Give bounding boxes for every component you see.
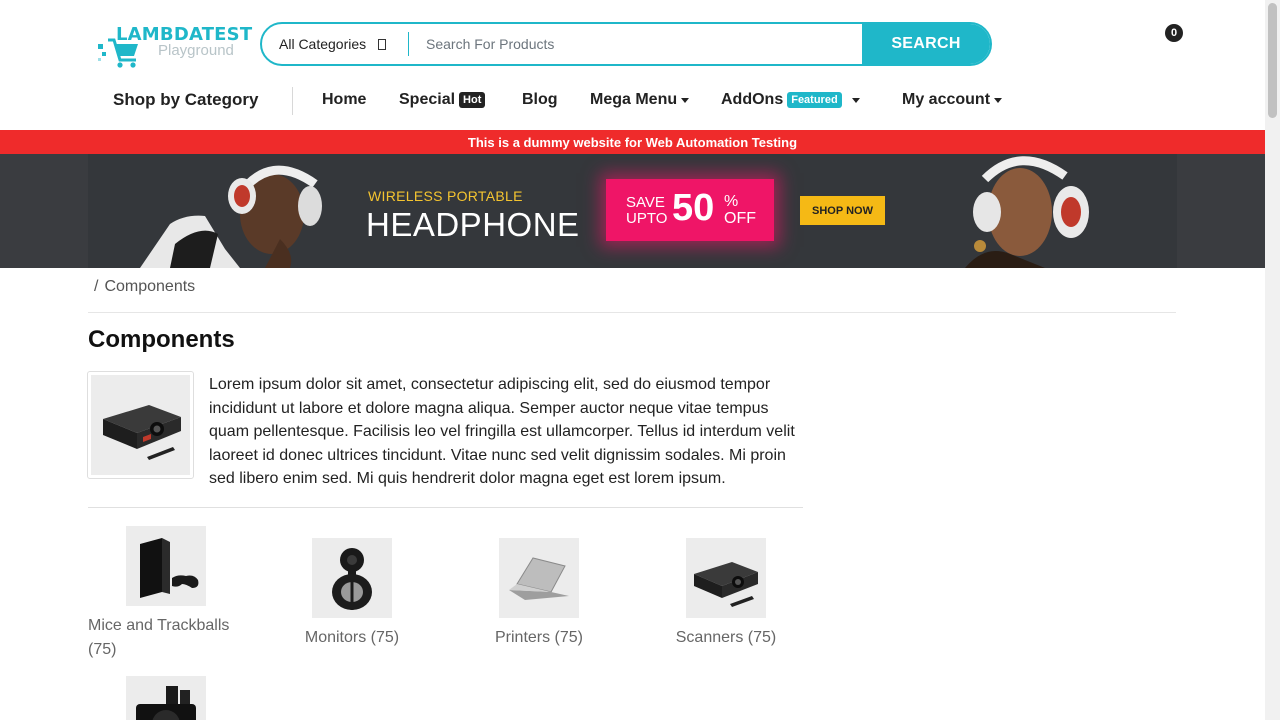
subcategory-label: Printers (75) [494,629,584,646]
camera-icon [126,676,206,720]
discount-percent: % OFF [724,193,756,227]
nav-shop-by-category[interactable]: Shop by Category [113,84,258,116]
nav-addons-label: AddOns [721,91,784,108]
shop-now-button[interactable]: SHOP NOW [800,196,885,225]
nav-home[interactable]: Home [322,84,366,116]
model-with-headphones-image-right [965,156,1089,268]
subcategory-count: (75) [88,641,117,658]
webcam-icon [312,538,392,618]
banner-kicker: WIRELESS PORTABLE [368,188,523,204]
cart-count-badge[interactable]: 0 [1165,24,1183,42]
nav-mega-menu-label: Mega Menu [590,91,678,108]
category-image [87,371,194,479]
discount-number: 50 [672,187,715,229]
breadcrumb-separator: / [94,278,99,295]
projector-icon [686,538,766,618]
site-header: LAMBDATEST Playground All Categories SEA… [0,0,1265,130]
discount-text: SAVE UPTO [626,195,667,227]
search-bar: All Categories SEARCH [260,22,992,66]
search-button[interactable]: SEARCH [862,24,990,64]
nav-addons[interactable]: AddOns Featured [721,84,860,116]
discount-save-text: SAVE [626,194,665,211]
game-console-icon [126,526,206,606]
subcategory-monitors[interactable]: Monitors (75) [292,538,412,650]
subcategory-scanners[interactable]: Scanners (75) [666,538,786,650]
discount-badge: SAVE UPTO 50 % OFF [606,179,774,241]
category-dropdown[interactable]: All Categories [262,24,408,64]
subcategory-label: Mice and Trackballs (75) [88,614,238,662]
nav-mega-menu[interactable]: Mega Menu [590,84,690,116]
banner-edge-left [0,154,88,268]
breadcrumb: / Components [88,278,195,296]
caret-down-icon [851,97,860,103]
model-with-headphones-image-left [140,165,322,268]
category-description: Lorem ipsum dolor sit amet, consectetur … [209,376,795,487]
discount-upto-text: UPTO [626,210,668,227]
subcategory-label: Monitors (75) [304,629,400,646]
nav-special[interactable]: Special Hot [399,84,486,116]
dropdown-box-icon [378,38,387,50]
description-divider [88,507,803,508]
search-input[interactable] [409,24,862,64]
featured-badge: Featured [787,92,842,108]
subcategory-label: Scanners (75) [675,629,777,646]
hot-badge: Hot [459,92,486,108]
projector-icon [91,375,190,475]
subcategory-cameras[interactable] [126,676,206,720]
breadcrumb-divider [88,312,1176,313]
page-scrollbar[interactable] [1265,0,1280,720]
category-dropdown-label: All Categories [279,36,367,52]
caret-down-icon [681,97,690,103]
laptop-icon [499,538,579,618]
main-nav: Shop by Category Home Special Hot Blog M… [0,84,1265,118]
site-logo[interactable]: LAMBDATEST Playground [98,24,252,70]
nav-my-account-label: My account [902,91,991,108]
nav-my-account[interactable]: My account [902,84,1003,116]
logo-subtitle: Playground [158,42,234,59]
promo-banner[interactable]: WIRELESS PORTABLE HEADPHONE SAVE UPTO 50… [0,154,1265,268]
subcategory-label-line1: Mice and Trackballs [88,617,230,634]
breadcrumb-current[interactable]: Components [104,278,195,295]
nav-blog[interactable]: Blog [522,84,558,116]
banner-title: HEADPHONE [366,206,580,243]
notice-bar: This is a dummy website for Web Automati… [0,130,1265,154]
discount-off-text: OFF [724,210,756,227]
discount-percent-sign: % [724,193,739,210]
page-title: Components [88,326,235,353]
nav-special-label: Special [399,91,456,108]
subcategory-mice-and-trackballs[interactable]: Mice and Trackballs (75) [88,526,238,662]
banner-edge-right [1177,154,1265,268]
caret-down-icon [994,97,1003,103]
nav-divider [292,87,293,115]
subcategory-printers[interactable]: Printers (75) [479,538,599,650]
scrollbar-thumb[interactable] [1268,3,1277,118]
